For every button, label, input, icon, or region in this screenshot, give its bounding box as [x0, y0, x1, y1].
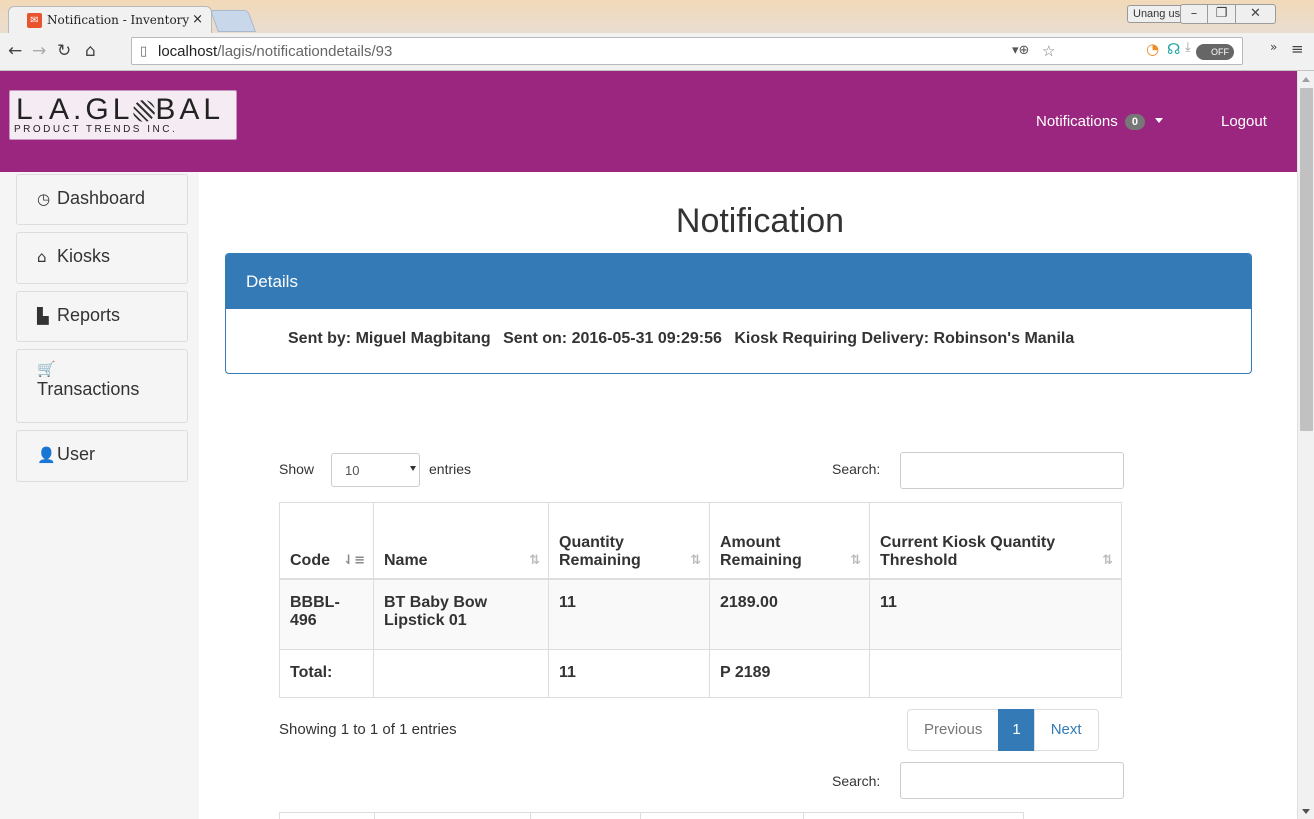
search-input-2[interactable]	[900, 762, 1124, 799]
footer-label: Total:	[279, 649, 374, 698]
column-header-quantity-remaining[interactable]: Quantity Remaining ⇅	[548, 502, 710, 580]
top-navbar: L.A.GL BAL PRODUCT TRENDS INC. Notificati…	[0, 71, 1297, 172]
details-panel: Details Sent by: Miguel Magbitang Sent o…	[225, 253, 1252, 374]
logo-wordmark: L.A.GL BAL	[16, 93, 225, 126]
minimize-button[interactable]: –	[1180, 4, 1208, 24]
tab-title: Notification - Inventory Sy	[47, 13, 192, 27]
favicon-icon: ✉	[27, 13, 42, 28]
sort-icon: ⇅	[529, 552, 540, 568]
back-icon[interactable]: ←	[8, 41, 22, 61]
extension-c-icon[interactable]: ◔	[1146, 40, 1159, 58]
entries-select[interactable]: 10	[331, 453, 420, 487]
home-icon: ⌂	[37, 248, 47, 266]
panel-body: Sent by: Miguel Magbitang Sent on: 2016-…	[226, 309, 1251, 348]
browser-tabstrip: ✉ Notification - Inventory Sy × Unang us…	[0, 0, 1314, 34]
reload-icon[interactable]: ↻	[57, 41, 71, 61]
sidebar-item-reports[interactable]: ▙ Reports	[16, 291, 188, 342]
sidebar-item-kiosks[interactable]: ⌂ Kiosks	[16, 232, 188, 284]
scroll-thumb[interactable]	[1300, 88, 1313, 431]
cell-qty: 11	[548, 578, 710, 650]
sort-icon: ⇅	[850, 552, 861, 568]
page-icon: ▯	[140, 44, 148, 59]
page-1-button[interactable]: 1	[998, 709, 1035, 751]
table-footer-row: Total: 11 P 2189	[279, 649, 1122, 698]
dashboard-icon: ◷	[37, 190, 51, 208]
kiosk-requiring-delivery: Kiosk Requiring Delivery: Robinson's Man…	[734, 330, 1075, 347]
globe-icon	[133, 100, 156, 123]
bookmark-star-icon[interactable]: ☆	[1042, 42, 1055, 60]
url-text: localhost/lagis/notificationdetails/93	[158, 43, 393, 60]
page-viewport: L.A.GL BAL PRODUCT TRENDS INC. Notificati…	[0, 71, 1297, 819]
items-table: Code ⇃≡ Name ⇅ Quantity Remaining ⇅ Amount …	[279, 502, 1122, 698]
user-icon: 👤	[37, 446, 56, 464]
cart-icon: 🛒	[37, 360, 56, 378]
column-header-name[interactable]: Name ⇅	[373, 502, 549, 580]
sort-icon: ⇅	[1102, 552, 1113, 568]
show-label: Show	[279, 461, 315, 477]
panel-heading: Details	[226, 254, 1251, 309]
page-title: Notification	[675, 202, 845, 240]
footer-qty: 11	[548, 649, 710, 698]
sidebar: ◷ Dashboard ⌂ Kiosks ▙ Reports 🛒 Transaction…	[0, 172, 199, 819]
column-header-threshold[interactable]: Current Kiosk Quantity Threshold ⇅	[869, 502, 1122, 580]
extension-toggle-off[interactable]: OFF	[1196, 44, 1234, 60]
overflow-chevron-icon[interactable]: »	[1270, 40, 1277, 54]
entries-value: 10	[345, 463, 360, 478]
sort-asc-icon: ⇃≡	[343, 552, 365, 568]
cell-threshold: 11	[869, 578, 1122, 650]
extension-download-icon[interactable]: ⤓	[1185, 40, 1191, 55]
table-row: BBBL-496 BT Baby Bow Lipstick 01 11 2189…	[279, 578, 1122, 650]
entries-label: entries	[429, 461, 472, 477]
sort-icon: ⇅	[690, 552, 701, 568]
new-tab-button[interactable]	[209, 10, 257, 32]
sidebar-item-dashboard[interactable]: ◷ Dashboard	[16, 174, 188, 225]
table-info: Showing 1 to 1 of 1 entries	[279, 721, 457, 738]
logout-link[interactable]: Logout	[1221, 113, 1267, 130]
sidebar-item-transactions[interactable]: 🛒 Transactions	[16, 349, 188, 423]
page-scrollbar[interactable]	[1297, 71, 1314, 819]
second-table-header	[279, 812, 1024, 819]
notifications-dropdown[interactable]: Notifications 0	[1036, 113, 1164, 130]
search-label: Search:	[832, 461, 881, 477]
sent-on: Sent on: 2016-05-31 09:29:56	[503, 330, 722, 347]
home-icon[interactable]: ⌂	[85, 41, 96, 61]
file-icon: ▙	[37, 307, 49, 325]
next-button[interactable]: Next	[1033, 709, 1099, 751]
previous-button[interactable]: Previous	[907, 709, 1000, 751]
notifications-label: Notifications	[1036, 113, 1118, 130]
footer-threshold	[869, 649, 1122, 698]
sidebar-item-user[interactable]: 👤User	[16, 430, 188, 482]
caret-down-icon	[1155, 118, 1164, 123]
logo-tagline: PRODUCT TRENDS INC.	[14, 124, 178, 135]
browser-tab[interactable]: ✉ Notification - Inventory Sy ×	[8, 6, 212, 34]
forward-icon[interactable]: →	[32, 41, 46, 61]
footer-name	[373, 649, 549, 698]
select-arrow-icon	[410, 466, 416, 471]
pagination: Previous 1 Next	[907, 709, 1099, 751]
scroll-up-icon[interactable]	[1302, 77, 1310, 82]
close-window-button[interactable]: ✕	[1236, 4, 1276, 24]
scroll-down-icon[interactable]	[1302, 809, 1310, 814]
zoom-icon[interactable]: ▾⊕	[1012, 43, 1029, 58]
maximize-button[interactable]: ❐	[1208, 4, 1236, 24]
notifications-badge: 0	[1124, 114, 1145, 130]
extension-headphones-icon[interactable]: ☊	[1167, 40, 1180, 58]
cell-amount: 2189.00	[709, 578, 870, 650]
cell-code: BBBL-496	[279, 578, 374, 650]
menu-icon[interactable]: ≡	[1291, 40, 1304, 58]
column-header-amount-remaining[interactable]: Amount Remaining ⇅	[709, 502, 870, 580]
cell-name: BT Baby Bow Lipstick 01	[373, 578, 549, 650]
column-header-code[interactable]: Code ⇃≡	[279, 502, 374, 580]
browser-toolbar: ← → ↻ ⌂ ▯ localhost/lagis/notificationde…	[0, 33, 1314, 71]
search-input[interactable]	[900, 452, 1124, 489]
sent-by: Sent by: Miguel Magbitang	[288, 330, 491, 347]
footer-amount: P 2189	[709, 649, 870, 698]
brand-logo[interactable]: L.A.GL BAL PRODUCT TRENDS INC.	[9, 90, 237, 140]
address-bar[interactable]: ▯ localhost/lagis/notificationdetails/93…	[131, 37, 1243, 65]
search-label-2: Search:	[832, 773, 881, 789]
tab-close-icon[interactable]: ×	[192, 12, 203, 27]
